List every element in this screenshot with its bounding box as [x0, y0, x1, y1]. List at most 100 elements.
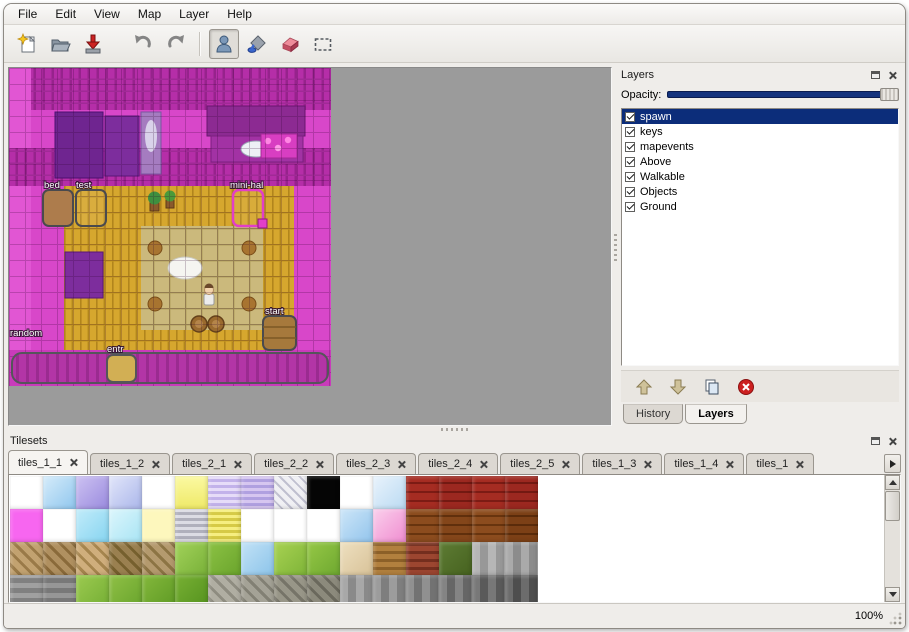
tileset-scrollbar[interactable]	[884, 475, 900, 602]
tile-0-8[interactable]	[274, 476, 307, 509]
tile-2-8[interactable]	[274, 542, 307, 575]
map-object-entr[interactable]	[107, 355, 136, 382]
close-tab-icon[interactable]	[479, 460, 488, 469]
layer-row-spawn[interactable]: spawn	[622, 109, 898, 124]
tile-3-14[interactable]	[472, 575, 505, 603]
tile-1-10[interactable]	[340, 509, 373, 542]
tile-0-4[interactable]	[142, 476, 175, 509]
tile-1-1[interactable]	[43, 509, 76, 542]
rect-select-tool-button[interactable]	[308, 29, 338, 59]
layer-visibility-checkbox[interactable]	[625, 142, 635, 152]
layer-visibility-checkbox[interactable]	[625, 172, 635, 182]
tileset-tab-7[interactable]: tiles_1_3	[582, 453, 662, 474]
layer-visibility-checkbox[interactable]	[625, 127, 635, 137]
tileset-tab-0[interactable]: tiles_1_1	[8, 450, 88, 474]
layers-close-button[interactable]	[885, 69, 899, 82]
close-tab-icon[interactable]	[69, 458, 78, 467]
tile-0-13[interactable]	[439, 476, 472, 509]
redo-button[interactable]	[161, 29, 191, 59]
eraser-tool-button[interactable]	[275, 29, 305, 59]
tile-2-15[interactable]	[505, 542, 538, 575]
map-object-test[interactable]	[76, 190, 106, 226]
tileset-tab-3[interactable]: tiles_2_2	[254, 453, 334, 474]
close-tab-icon[interactable]	[795, 460, 804, 469]
save-file-button[interactable]	[78, 29, 108, 59]
layer-row-mapevents[interactable]: mapevents	[622, 139, 898, 154]
tile-3-7[interactable]	[241, 575, 274, 603]
tile-2-14[interactable]	[472, 542, 505, 575]
layer-list[interactable]: spawn keys mapevents Above Walkable	[621, 108, 899, 366]
menu-help[interactable]: Help	[219, 5, 260, 23]
tile-1-2[interactable]	[76, 509, 109, 542]
tile-3-4[interactable]	[142, 575, 175, 603]
tile-3-3[interactable]	[109, 575, 142, 603]
menu-file[interactable]: File	[10, 5, 45, 23]
move-layer-down-button[interactable]	[667, 376, 689, 398]
tile-2-0[interactable]	[10, 542, 43, 575]
map-object-bottom[interactable]	[12, 353, 328, 383]
map-object-handle[interactable]	[258, 219, 267, 228]
close-tab-icon[interactable]	[725, 460, 734, 469]
vertical-splitter[interactable]	[612, 67, 619, 426]
tab-layers[interactable]: Layers	[685, 404, 746, 424]
fill-tool-button[interactable]	[242, 29, 272, 59]
scrollbar-thumb[interactable]	[885, 491, 900, 521]
layer-row-keys[interactable]: keys	[622, 124, 898, 139]
tile-2-10[interactable]	[340, 542, 373, 575]
layer-row-ground[interactable]: Ground	[622, 199, 898, 214]
duplicate-layer-button[interactable]	[701, 376, 723, 398]
close-tab-icon[interactable]	[397, 460, 406, 469]
tile-0-5[interactable]	[175, 476, 208, 509]
layers-float-button[interactable]	[868, 69, 882, 82]
tile-0-10[interactable]	[340, 476, 373, 509]
tile-0-12[interactable]	[406, 476, 439, 509]
tile-1-13[interactable]	[439, 509, 472, 542]
tile-0-1[interactable]	[43, 476, 76, 509]
tile-1-5[interactable]	[175, 509, 208, 542]
close-tab-icon[interactable]	[233, 460, 242, 469]
tile-1-9[interactable]	[307, 509, 340, 542]
menu-layer[interactable]: Layer	[171, 5, 217, 23]
tile-0-14[interactable]	[472, 476, 505, 509]
delete-layer-button[interactable]	[735, 376, 757, 398]
close-tab-icon[interactable]	[151, 460, 160, 469]
tileset-grid[interactable]	[9, 475, 539, 602]
layer-row-objects[interactable]: Objects	[622, 184, 898, 199]
tile-1-0[interactable]	[10, 509, 43, 542]
layer-visibility-checkbox[interactable]	[625, 157, 635, 167]
tile-1-8[interactable]	[274, 509, 307, 542]
tile-2-1[interactable]	[43, 542, 76, 575]
move-layer-up-button[interactable]	[633, 376, 655, 398]
opacity-slider-handle[interactable]	[880, 88, 899, 101]
layer-row-above[interactable]: Above	[622, 154, 898, 169]
tile-2-12[interactable]	[406, 542, 439, 575]
open-file-button[interactable]	[45, 29, 75, 59]
tile-3-15[interactable]	[505, 575, 538, 603]
tile-2-7[interactable]	[241, 542, 274, 575]
tileset-tab-4[interactable]: tiles_2_3	[336, 453, 416, 474]
tile-2-3[interactable]	[109, 542, 142, 575]
tile-0-3[interactable]	[109, 476, 142, 509]
tile-3-12[interactable]	[406, 575, 439, 603]
map-object-start[interactable]	[263, 316, 296, 350]
scroll-up-button[interactable]	[885, 475, 900, 490]
tile-2-2[interactable]	[76, 542, 109, 575]
tileset-tab-6[interactable]: tiles_2_5	[500, 453, 580, 474]
tile-2-6[interactable]	[208, 542, 241, 575]
map-view[interactable]: bed test mini-hal start random entr	[8, 67, 612, 426]
tile-3-13[interactable]	[439, 575, 472, 603]
tile-2-9[interactable]	[307, 542, 340, 575]
tile-1-6[interactable]	[208, 509, 241, 542]
tile-0-15[interactable]	[505, 476, 538, 509]
tile-1-15[interactable]	[505, 509, 538, 542]
tile-3-8[interactable]	[274, 575, 307, 603]
map-canvas[interactable]: bed test mini-hal start random entr	[9, 68, 611, 425]
tile-3-6[interactable]	[208, 575, 241, 603]
tile-3-5[interactable]	[175, 575, 208, 603]
tilesets-close-button[interactable]	[885, 435, 899, 448]
close-tab-icon[interactable]	[315, 460, 324, 469]
tileset-tab-1[interactable]: tiles_1_2	[90, 453, 170, 474]
tile-1-12[interactable]	[406, 509, 439, 542]
tile-0-0[interactable]	[10, 476, 43, 509]
tile-2-11[interactable]	[373, 542, 406, 575]
